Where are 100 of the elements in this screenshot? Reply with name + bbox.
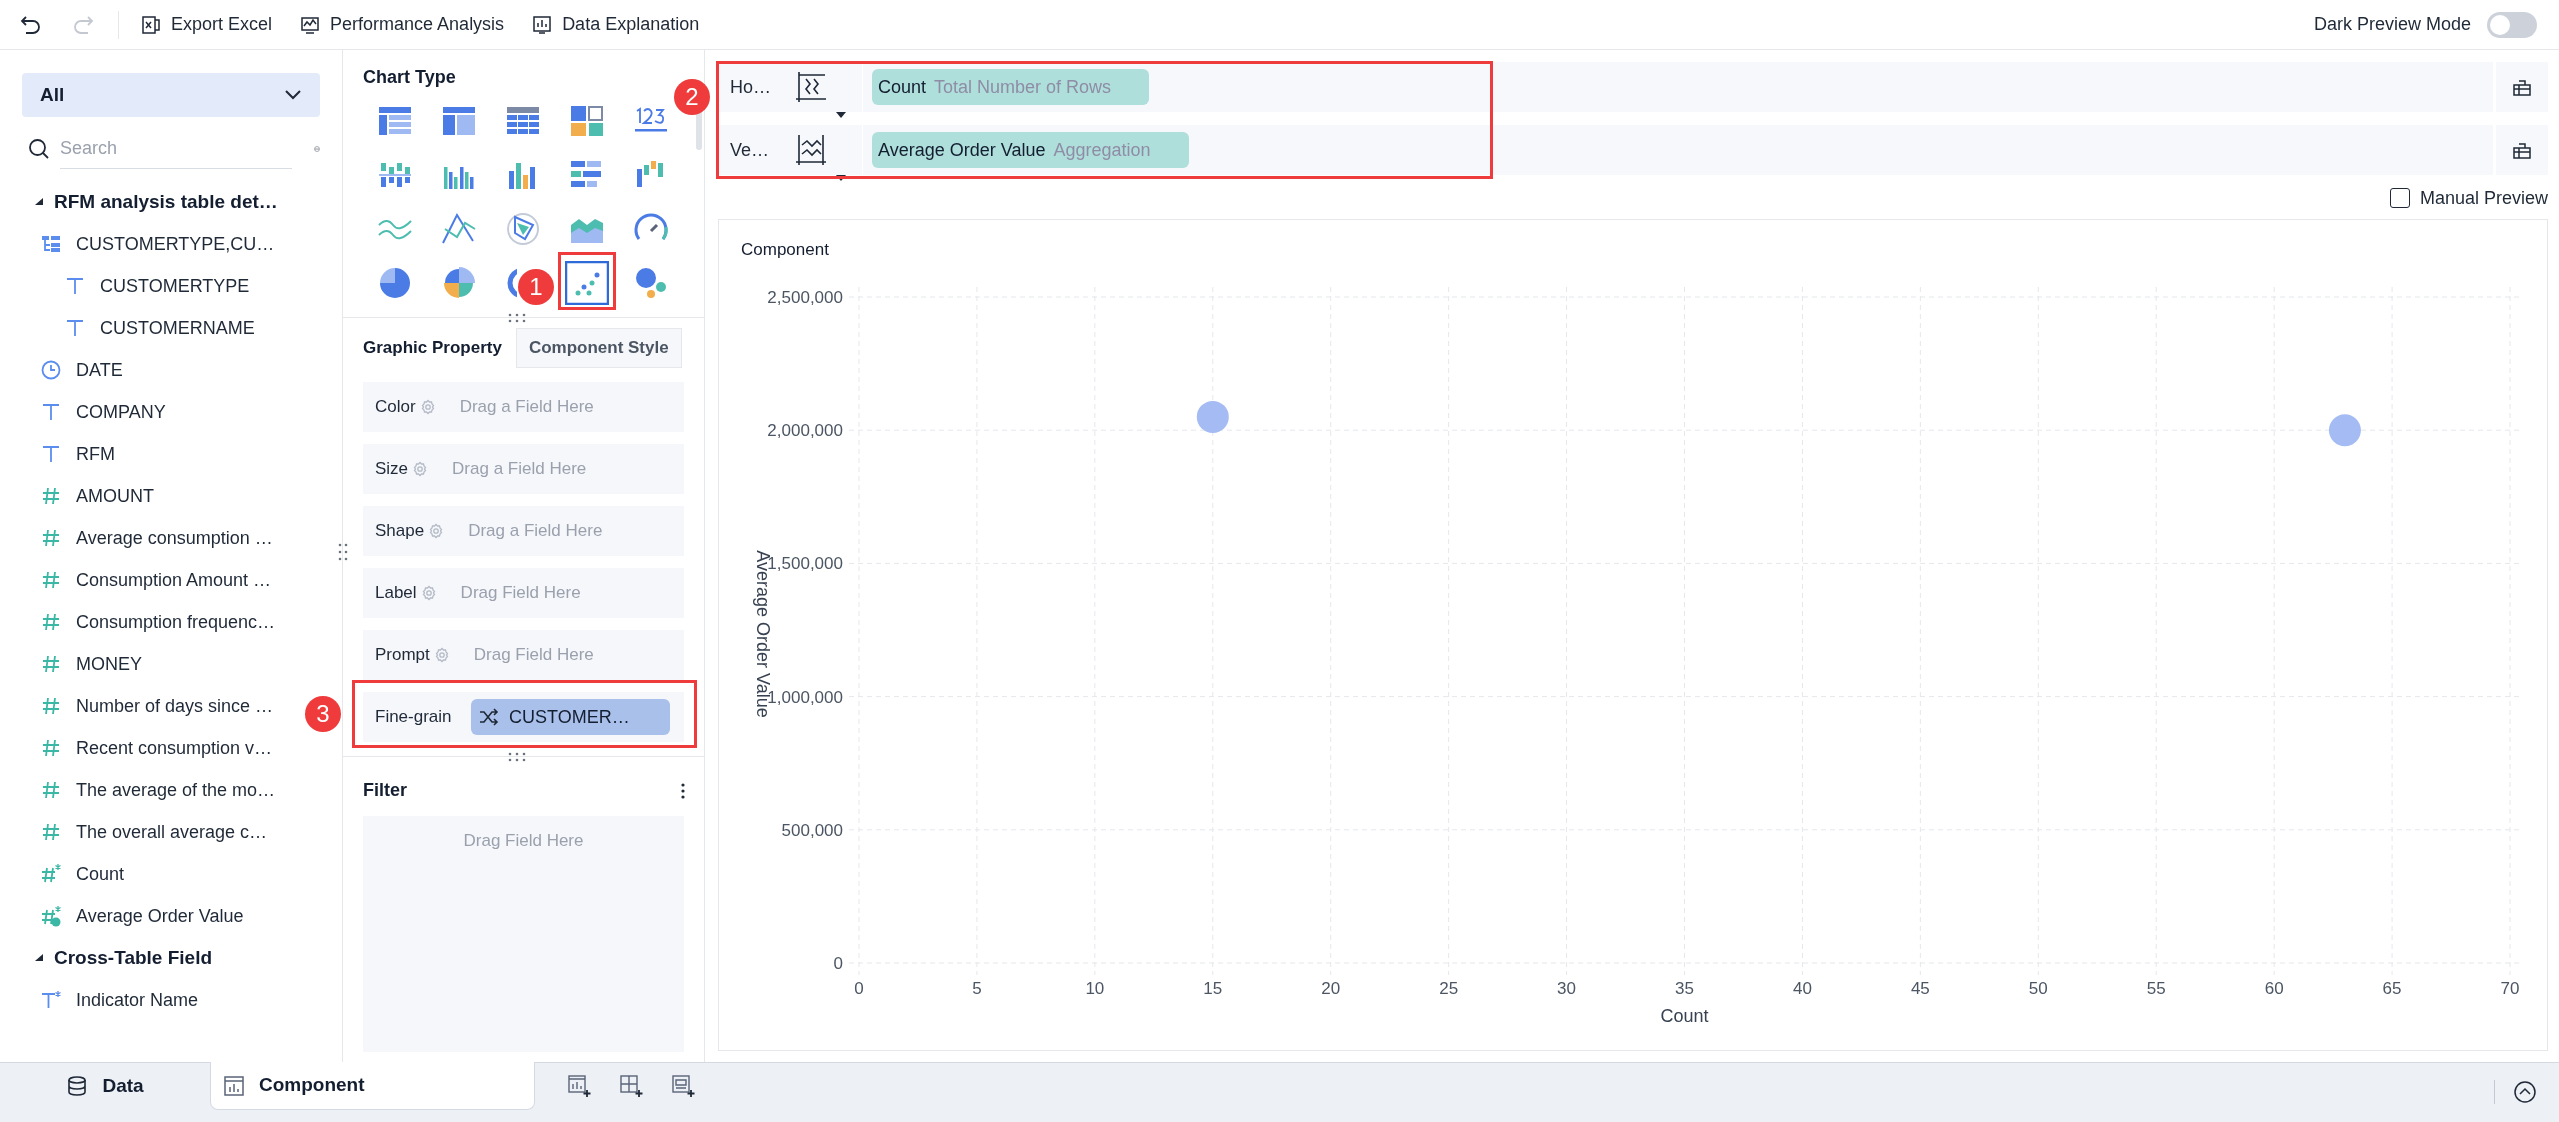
chart-monitor-icon	[300, 14, 321, 35]
number-type-icon	[40, 569, 62, 591]
drag-handle-icon[interactable]	[507, 752, 527, 762]
y-tick-label: 0	[833, 953, 843, 973]
property-label: Prompt	[375, 644, 430, 667]
field-name: CUSTOMER…	[509, 705, 630, 729]
number-type-icon	[40, 527, 62, 549]
expand-arrow-icon[interactable]	[34, 197, 44, 207]
drag-handle-icon[interactable]	[338, 542, 348, 562]
number-type-icon	[40, 821, 62, 843]
panel-title: Filter	[363, 779, 407, 802]
manual-preview-checkbox[interactable]	[2389, 188, 2410, 208]
section-title: Cross-Table Field	[54, 945, 212, 970]
drop-hint: Drag Field Here	[460, 582, 581, 605]
drop-hint: Drag a Field Here	[468, 520, 603, 543]
property-tab[interactable]: Component Style	[515, 328, 682, 368]
aggregation-note: Total Number of Rows	[934, 75, 1112, 99]
field-item[interactable]: DATE	[76, 356, 123, 384]
hierarchy-icon	[40, 233, 62, 255]
add-layout-icon[interactable]	[619, 1074, 643, 1098]
axis-field-pill[interactable]: Average Order Value Aggregation	[872, 132, 1189, 168]
x-tick-label: 10	[1085, 978, 1105, 998]
toolbar-button[interactable]: Export Excel	[141, 11, 273, 38]
field-name: Count	[878, 75, 927, 99]
property-label: Color	[375, 396, 416, 419]
field-item[interactable]: CUSTOMERTYPE,CU…	[76, 230, 275, 258]
field-item[interactable]: COMPANY	[76, 398, 166, 426]
field-item[interactable]: The overall average c…	[76, 818, 268, 846]
drop-zone[interactable]: Label Drag Field Here	[363, 568, 684, 618]
field-item[interactable]: Number of days since …	[76, 692, 274, 720]
x-tick-label: 40	[1792, 978, 1812, 998]
bottom-tab[interactable]: Data	[0, 1062, 210, 1110]
x-tick-label: 45	[1910, 978, 1930, 998]
chart-title: Component	[741, 239, 829, 261]
dark-preview-toggle[interactable]	[2487, 11, 2537, 38]
x-tick-label: 60	[2264, 978, 2284, 998]
expand-arrow-icon[interactable]	[34, 953, 44, 963]
drop-zone[interactable]: Shape Drag a Field Here	[363, 506, 684, 556]
number-type-icon	[40, 905, 62, 927]
field-pill[interactable]: CUSTOMER…	[471, 699, 670, 735]
field-item[interactable]: CUSTOMERTYPE	[100, 272, 250, 300]
axis-settings-button[interactable]	[2496, 62, 2548, 112]
x-tick-label: 70	[2500, 978, 2519, 998]
shuffle-icon	[479, 708, 499, 726]
field-item[interactable]: AMOUNT	[76, 482, 154, 510]
field-item[interactable]: Average consumption …	[76, 524, 273, 552]
drop-hint: Drag a Field Here	[459, 396, 594, 419]
chart-icon	[223, 1074, 245, 1097]
field-item[interactable]: CUSTOMERNAME	[100, 314, 255, 342]
collapse-icon[interactable]	[2513, 1080, 2537, 1104]
add-report-icon[interactable]	[671, 1074, 695, 1098]
field-item[interactable]: Indicator Name	[76, 986, 199, 1014]
x-tick-label: 0	[854, 978, 864, 998]
toolbar-button[interactable]: Performance Analysis	[300, 11, 505, 38]
manual-preview-label: Manual Preview	[2419, 186, 2548, 210]
scope-dropdown[interactable]: All	[22, 73, 320, 117]
step-badge: 1	[518, 269, 554, 305]
toolbox-icon	[2512, 77, 2532, 97]
database-icon	[66, 1075, 89, 1097]
dark-preview-label: Dark Preview Mode	[2313, 13, 2471, 36]
add-chart-icon[interactable]	[567, 1074, 591, 1098]
field-item[interactable]: RFM	[76, 440, 115, 468]
axis-settings-button[interactable]	[2496, 125, 2548, 175]
bar-chart-icon	[532, 14, 553, 35]
y-tick-label: 500,000	[781, 820, 843, 840]
toolbar-button[interactable]: Data Explanation	[532, 11, 700, 38]
property-label: Label	[375, 582, 417, 605]
kebab-menu-icon[interactable]	[680, 781, 686, 800]
number-type-icon	[40, 611, 62, 633]
spreadsheet-icon	[141, 14, 161, 35]
x-tick-label: 30	[1557, 978, 1577, 998]
x-tick-label: 55	[2146, 978, 2166, 998]
search-field[interactable]: Search	[60, 129, 292, 169]
y-tick-label: 2,000,000	[767, 420, 843, 440]
field-item[interactable]: Recent consumption v…	[76, 734, 273, 762]
field-item[interactable]: The average of the mo…	[76, 776, 276, 804]
field-name: Average Order Value	[878, 138, 1046, 162]
drag-handle-icon[interactable]	[507, 313, 527, 323]
axis-field-pill[interactable]: Count Total Number of Rows	[872, 69, 1150, 105]
field-item[interactable]: Consumption Amount …	[76, 566, 272, 594]
number-type-icon	[40, 653, 62, 675]
y-tick-label: 1,000,000	[767, 687, 843, 707]
x-tick-label: 65	[2382, 978, 2402, 998]
x-tick-label: 25	[1439, 978, 1459, 998]
axis-icon[interactable]	[794, 70, 828, 104]
toolbox-icon	[2512, 140, 2532, 160]
scatter-chart-icon[interactable]	[565, 261, 609, 305]
x-tick-label: 5	[972, 978, 982, 998]
property-label: Size	[375, 458, 409, 481]
search-icon	[28, 138, 50, 160]
drop-zone[interactable]: Prompt Drag Field Here	[363, 630, 684, 680]
field-item[interactable]: MONEY	[76, 650, 142, 678]
axis-icon[interactable]	[794, 133, 828, 167]
drop-zone[interactable]: Color Drag a Field Here	[363, 382, 684, 432]
field-item[interactable]: Average Order Value	[76, 902, 244, 930]
chevron-down-icon	[284, 89, 302, 101]
bottom-tab[interactable]: Component	[210, 1062, 535, 1110]
field-item[interactable]: Count	[76, 860, 125, 888]
field-item[interactable]: Consumption frequenc…	[76, 608, 276, 636]
drop-zone[interactable]: Size Drag a Field Here	[363, 444, 684, 494]
